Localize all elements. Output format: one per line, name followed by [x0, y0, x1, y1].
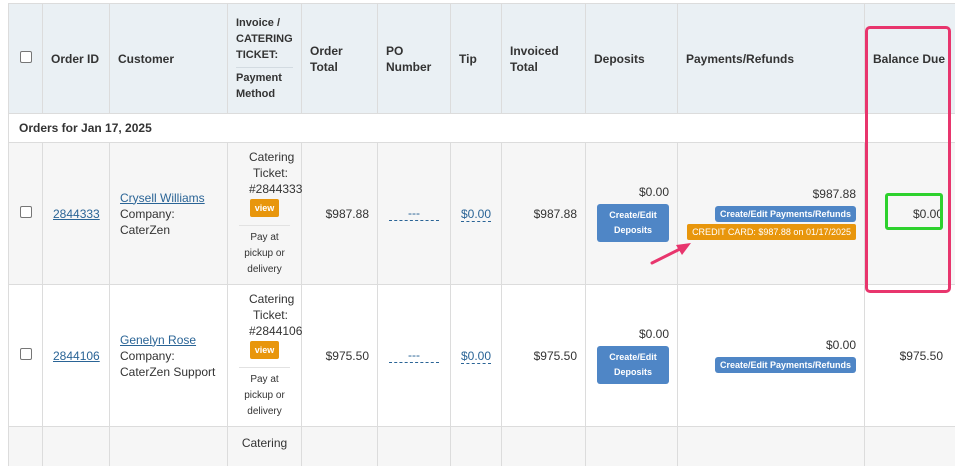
- deposit-amount: $0.00: [594, 185, 669, 199]
- payment-amount: $0.00: [686, 338, 856, 352]
- col-deposits[interactable]: Deposits: [586, 4, 678, 114]
- select-all-cell: [9, 4, 43, 114]
- deposits-cell: $0.00 Create/Edit Deposits: [586, 285, 678, 427]
- balance-due-highlight: [865, 26, 951, 293]
- customer-company: Company: CaterZen: [120, 207, 175, 237]
- customer-cell: Crysell Williams Company: CaterZen: [110, 143, 228, 285]
- payments-cell: $987.88 Create/Edit Payments/Refunds CRE…: [678, 143, 865, 285]
- table-row-partial: Catering: [9, 427, 955, 466]
- create-edit-deposits-button[interactable]: Create/Edit Deposits: [597, 346, 669, 384]
- tip-field[interactable]: $0.00: [461, 207, 491, 222]
- po-number-field[interactable]: ---: [389, 206, 439, 221]
- customer-company: Company: CaterZen Support: [120, 349, 215, 379]
- payment-amount: $987.88: [686, 187, 856, 201]
- col-po-number[interactable]: PO Number: [378, 4, 451, 114]
- credit-card-badge: CREDIT CARD: $987.88 on 01/17/2025: [687, 224, 856, 240]
- deposit-amount: $0.00: [594, 327, 669, 341]
- col-payments[interactable]: Payments/Refunds: [678, 4, 865, 114]
- tip-cell: $0.00: [451, 143, 502, 285]
- invoiced-total: $975.50: [502, 285, 586, 427]
- col-order-id[interactable]: Order ID: [43, 4, 110, 114]
- payment-method: Pay at pickup or delivery: [239, 367, 290, 420]
- customer-cell: Genelyn Rose Company: CaterZen Support: [110, 285, 228, 427]
- po-cell: ---: [378, 285, 451, 427]
- order-id-cell: 2844106: [43, 285, 110, 427]
- col-invoiced-total[interactable]: Invoiced Total: [502, 4, 586, 114]
- row-select-cell: [9, 285, 43, 427]
- order-total: $987.88: [302, 143, 378, 285]
- balance-due: $975.50: [865, 285, 955, 427]
- create-edit-payments-button[interactable]: Create/Edit Payments/Refunds: [715, 206, 856, 222]
- header-row: Order ID Customer Invoice / CATERING TIC…: [9, 4, 955, 114]
- view-ticket-button[interactable]: view: [250, 199, 280, 217]
- order-id-link[interactable]: 2844333: [53, 207, 100, 221]
- row-select-cell: [9, 143, 43, 285]
- tip-field[interactable]: $0.00: [461, 349, 491, 364]
- order-total: $975.50: [302, 285, 378, 427]
- ticket-label: Catering Ticket: #2844333: [229, 149, 300, 197]
- group-label: Orders for Jan 17, 2025: [9, 114, 955, 143]
- order-id-link[interactable]: 2844106: [53, 349, 100, 363]
- col-invoice-top: Invoice / CATERING TICKET:: [236, 17, 293, 61]
- order-id-cell: 2844333: [43, 143, 110, 285]
- invoice-cell: Catering Ticket: #2844333 view Pay at pi…: [228, 143, 302, 285]
- row-checkbox[interactable]: [20, 348, 32, 360]
- arrow-icon: [648, 238, 694, 268]
- table-row: 2844106 Genelyn Rose Company: CaterZen S…: [9, 285, 955, 427]
- row-checkbox[interactable]: [20, 206, 32, 218]
- create-edit-deposits-button[interactable]: Create/Edit Deposits: [597, 204, 669, 242]
- col-invoice: Invoice / CATERING TICKET: Payment Metho…: [228, 4, 302, 114]
- invoiced-total: $987.88: [502, 143, 586, 285]
- customer-link[interactable]: Crysell Williams: [120, 191, 205, 205]
- balance-value-highlight: [885, 193, 943, 230]
- col-customer[interactable]: Customer: [110, 4, 228, 114]
- payments-cell: $0.00 Create/Edit Payments/Refunds: [678, 285, 865, 427]
- select-all-checkbox[interactable]: [20, 51, 32, 63]
- table-row: 2844333 Crysell Williams Company: CaterZ…: [9, 143, 955, 285]
- col-order-total[interactable]: Order Total: [302, 4, 378, 114]
- view-ticket-button[interactable]: view: [250, 341, 280, 359]
- invoice-cell: Catering Ticket: #2844106 view Pay at pi…: [228, 285, 302, 427]
- tip-cell: $0.00: [451, 285, 502, 427]
- partial-ticket-label: Catering: [228, 427, 302, 466]
- orders-table: Order ID Customer Invoice / CATERING TIC…: [8, 3, 955, 466]
- po-number-field[interactable]: ---: [389, 348, 439, 363]
- col-tip[interactable]: Tip: [451, 4, 502, 114]
- ticket-label: Catering Ticket: #2844106: [229, 291, 300, 339]
- payment-method: Pay at pickup or delivery: [239, 225, 290, 278]
- customer-link[interactable]: Genelyn Rose: [120, 333, 196, 347]
- col-invoice-bottom: Payment Method: [236, 72, 282, 100]
- group-row: Orders for Jan 17, 2025: [9, 114, 955, 143]
- create-edit-payments-button[interactable]: Create/Edit Payments/Refunds: [715, 357, 856, 373]
- po-cell: ---: [378, 143, 451, 285]
